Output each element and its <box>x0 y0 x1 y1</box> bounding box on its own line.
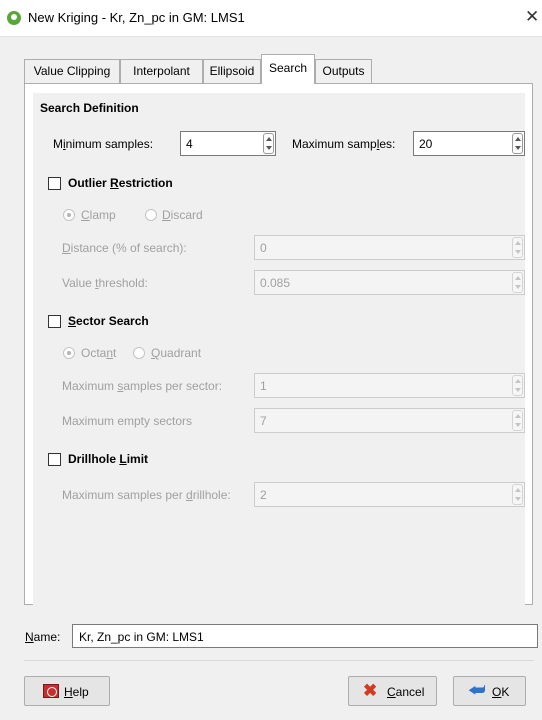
max-samples-per-sector-spinbox[interactable]: 1 <box>254 373 525 398</box>
minimum-samples-spinbox[interactable]: 4 <box>180 131 276 156</box>
cancel-x-icon: ✖ <box>363 681 378 700</box>
spin-arrows-icon[interactable] <box>512 484 523 505</box>
minimum-samples-value: 4 <box>186 137 193 151</box>
leapfrog-app-icon <box>7 11 21 25</box>
octant-label: Octant <box>81 346 117 360</box>
maximum-samples-label: Maximum samples: <box>292 137 396 151</box>
name-field[interactable]: Kr, Zn_pc in GM: LMS1 <box>72 624 538 648</box>
tab-interpolant[interactable]: Interpolant <box>120 59 203 83</box>
sector-search-label: Sector Search <box>68 314 149 328</box>
sector-search-checkbox[interactable] <box>48 315 61 328</box>
ok-button-label: OK <box>492 685 510 699</box>
tab-label: Ellipsoid <box>209 64 255 78</box>
discard-radio[interactable] <box>145 209 157 221</box>
spin-arrows-icon[interactable] <box>512 410 523 431</box>
quadrant-radio[interactable] <box>133 347 145 359</box>
lifebuoy-help-icon <box>43 684 59 698</box>
close-icon[interactable]: ✕ <box>525 7 539 27</box>
max-empty-sectors-spinbox[interactable]: 7 <box>254 408 525 433</box>
help-button[interactable]: Help <box>24 676 110 706</box>
name-value: Kr, Zn_pc in GM: LMS1 <box>79 630 204 644</box>
tab-label: Interpolant <box>133 64 190 78</box>
help-button-label: Help <box>64 685 89 699</box>
max-samples-per-sector-label: Maximum samples per sector: <box>62 379 223 393</box>
outlier-restriction-label: Outlier Restriction <box>68 176 173 190</box>
drillhole-limit-checkbox[interactable] <box>48 453 61 466</box>
outlier-restriction-checkbox[interactable] <box>48 177 61 190</box>
distance-value: 0 <box>260 241 267 255</box>
minimum-samples-label: Minimum samples: <box>53 137 154 151</box>
clamp-radio[interactable] <box>63 209 75 221</box>
search-definition-heading: Search Definition <box>40 101 139 115</box>
maximum-samples-spinbox[interactable]: 20 <box>413 131 525 156</box>
tab-label: Outputs <box>322 64 365 78</box>
max-empty-sectors-label: Maximum empty sectors <box>62 414 193 428</box>
cancel-button-label: Cancel <box>387 685 425 699</box>
maximum-samples-value: 20 <box>419 137 433 151</box>
max-samples-per-drillhole-spinbox[interactable]: 2 <box>254 482 525 507</box>
value-threshold-value: 0.085 <box>260 276 291 290</box>
name-label: Name: <box>25 630 61 644</box>
max-samples-per-drillhole-value: 2 <box>260 488 267 502</box>
value-threshold-spinbox[interactable]: 0.085 <box>254 270 525 295</box>
spin-arrows-icon[interactable] <box>512 133 523 154</box>
spin-arrows-icon[interactable] <box>512 237 523 258</box>
spin-arrows-icon[interactable] <box>512 375 523 396</box>
window-title: New Kriging - Kr, Zn_pc in GM: LMS1 <box>28 10 245 25</box>
value-threshold-label: Value threshold: <box>62 276 148 290</box>
max-empty-sectors-value: 7 <box>260 414 267 428</box>
distance-spinbox[interactable]: 0 <box>254 235 525 260</box>
tab-label: Value Clipping <box>33 64 111 78</box>
divider <box>24 660 534 661</box>
drillhole-limit-label: Drillhole Limit <box>68 452 149 466</box>
quadrant-label: Quadrant <box>151 346 202 360</box>
tab-label: Search <box>268 61 308 75</box>
tab-ellipsoid[interactable]: Ellipsoid <box>203 59 261 83</box>
clamp-label: Clamp <box>81 208 116 222</box>
discard-label: Discard <box>162 208 203 222</box>
ok-button[interactable]: ⮨ OK <box>453 676 526 706</box>
spin-arrows-icon[interactable] <box>263 133 274 154</box>
octant-radio[interactable] <box>63 347 75 359</box>
tab-value-clipping[interactable]: Value Clipping <box>24 59 120 83</box>
tab-outputs[interactable]: Outputs <box>315 59 372 83</box>
tab-search[interactable]: Search <box>261 54 315 84</box>
distance-label: Distance (% of search): <box>62 241 187 255</box>
title-bar: New Kriging - Kr, Zn_pc in GM: LMS1 ✕ <box>0 0 542 37</box>
spin-arrows-icon[interactable] <box>512 272 523 293</box>
max-samples-per-sector-value: 1 <box>260 379 267 393</box>
max-samples-per-drillhole-label: Maximum samples per drillhole: <box>62 488 231 502</box>
cancel-button[interactable]: ✖ Cancel <box>348 676 437 706</box>
enter-arrow-icon: ⮨ <box>468 680 486 701</box>
